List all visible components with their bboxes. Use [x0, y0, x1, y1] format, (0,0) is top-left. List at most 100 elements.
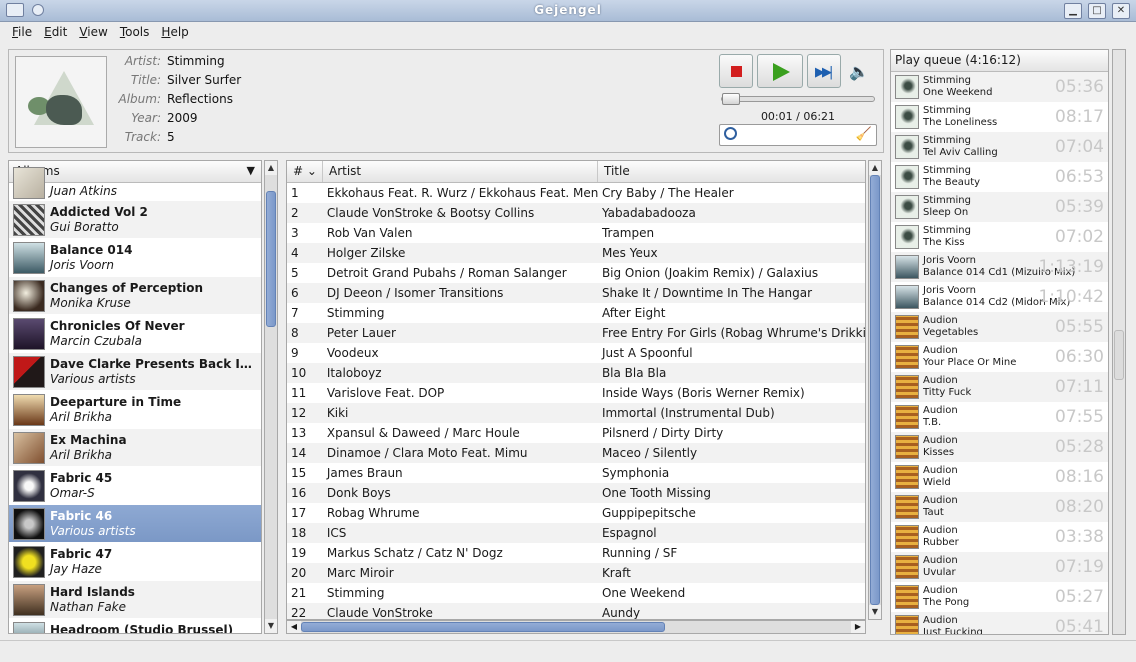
album-item[interactable]: Fabric 45 Omar-S: [9, 467, 261, 505]
queue-item[interactable]: Audion Kisses 05:28: [891, 432, 1108, 462]
track-row[interactable]: 3 Rob Van Valen Trampen: [287, 223, 865, 243]
queue-title: Sleep On: [923, 207, 969, 218]
album-item[interactable]: Balance 014 Joris Voorn: [9, 239, 261, 277]
queue-scroll-thumb[interactable]: [1114, 330, 1124, 380]
queue-item[interactable]: Stimming One Weekend 05:36: [891, 72, 1108, 102]
maximize-icon[interactable]: □: [1088, 3, 1106, 19]
queue-artist: Audion: [923, 345, 958, 356]
queue-item[interactable]: Audion Taut 08:20: [891, 492, 1108, 522]
track-row[interactable]: 1 Ekkohaus Feat. R. Wurz / Ekkohaus Feat.…: [287, 183, 865, 203]
column-title[interactable]: Title: [598, 161, 865, 182]
play-button[interactable]: [757, 54, 803, 88]
tracks-scroll-thumb[interactable]: [870, 175, 880, 605]
queue-item[interactable]: Joris Voorn Balance 014 Cd1 (Mizuiro Mix)…: [891, 252, 1108, 282]
track-row[interactable]: 5 Detroit Grand Pubahs / Roman Salanger Bi…: [287, 263, 865, 283]
queue-artist: Audion: [923, 465, 958, 476]
queue-scrollbar[interactable]: [1112, 49, 1126, 635]
column-artist[interactable]: Artist: [323, 161, 598, 182]
album-item[interactable]: Headroom (Studio Brussel): [9, 619, 261, 633]
track-row[interactable]: 14 Dinamoe / Clara Moto Feat. Mimu Maceo /…: [287, 443, 865, 463]
menu-help[interactable]: Help: [155, 22, 194, 44]
play-queue-list: Stimming One Weekend 05:36 Stimming The Lone…: [891, 72, 1108, 634]
track-row[interactable]: 6 DJ Deeon / Isomer Transitions Shake It /…: [287, 283, 865, 303]
next-button[interactable]: ▶▶|: [807, 54, 841, 88]
track-row[interactable]: 21 Stimming One Weekend: [287, 583, 865, 603]
close-icon[interactable]: ✕: [1112, 3, 1130, 19]
seek-handle[interactable]: [722, 93, 740, 105]
queue-item[interactable]: Audion Your Place Or Mine 06:30: [891, 342, 1108, 372]
album-item[interactable]: Changes of Perception Monika Kruse: [9, 277, 261, 315]
queue-item[interactable]: Audion Vegetables 05:55: [891, 312, 1108, 342]
album-thumbnail: [13, 204, 45, 236]
queue-item[interactable]: Audion Titty Fuck 07:11: [891, 372, 1108, 402]
album-item[interactable]: Ex Machina Aril Brikha: [9, 429, 261, 467]
track-row[interactable]: 20 Marc Miroir Kraft: [287, 563, 865, 583]
album-item[interactable]: Fabric 47 Jay Haze: [9, 543, 261, 581]
albums-scrollbar[interactable]: ▲ ▼: [264, 160, 278, 634]
scroll-left-icon[interactable]: ◀: [287, 621, 301, 633]
album-thumbnail: [13, 622, 45, 633]
track-row[interactable]: 18 ICS Espagnol: [287, 523, 865, 543]
track-row[interactable]: 19 Markus Schatz / Catz N' Dogz Running / …: [287, 543, 865, 563]
track-row[interactable]: 10 Italoboyz Bla Bla Bla: [287, 363, 865, 383]
queue-item[interactable]: Audion Just Fucking 05:41: [891, 612, 1108, 634]
album-item[interactable]: Addicted Vol 2 Gui Boratto: [9, 201, 261, 239]
queue-thumbnail: [895, 525, 919, 549]
album-item[interactable]: Fabric 46 Various artists: [9, 505, 261, 543]
clear-broom-icon[interactable]: 🧹: [856, 127, 872, 142]
menu-tools[interactable]: Tools: [114, 22, 156, 44]
album-item[interactable]: Deeparture in Time Aril Brikha: [9, 391, 261, 429]
track-row[interactable]: 12 Kiki Immortal (Instrumental Dub): [287, 403, 865, 423]
queue-item[interactable]: Stimming Sleep On 05:39: [891, 192, 1108, 222]
queue-artist: Audion: [923, 405, 958, 416]
queue-item[interactable]: Audion The Pong 05:27: [891, 582, 1108, 612]
track-row[interactable]: 2 Claude VonStroke & Bootsy Collins Yabada…: [287, 203, 865, 223]
track-row[interactable]: 9 Voodeux Just A Spoonful: [287, 343, 865, 363]
stop-button[interactable]: [719, 54, 753, 88]
queue-item[interactable]: Stimming The Beauty 06:53: [891, 162, 1108, 192]
track-row[interactable]: 4 Holger Zilske Mes Yeux: [287, 243, 865, 263]
track-row[interactable]: 22 Claude VonStroke Aundy: [287, 603, 865, 619]
queue-item[interactable]: Stimming Tel Aviv Calling 07:04: [891, 132, 1108, 162]
tracks-hscrollbar[interactable]: ◀ ▶: [286, 620, 866, 634]
track-row[interactable]: 11 Varislove Feat. DOP Inside Ways (Boris …: [287, 383, 865, 403]
volume-icon[interactable]: 🔈: [849, 62, 869, 81]
album-item[interactable]: Juan Atkins: [9, 167, 261, 201]
scroll-up-icon[interactable]: ▲: [265, 161, 277, 175]
menu-file[interactable]: File: [6, 22, 38, 44]
scroll-down-icon[interactable]: ▼: [265, 619, 277, 633]
tracks-hscroll-thumb[interactable]: [301, 622, 665, 632]
track-row[interactable]: 7 Stimming After Eight: [287, 303, 865, 323]
queue-item[interactable]: Audion Wield 08:16: [891, 462, 1108, 492]
queue-item[interactable]: Stimming The Loneliness 08:17: [891, 102, 1108, 132]
albums-scroll-thumb[interactable]: [266, 191, 276, 327]
track-row[interactable]: 13 Xpansul & Daweed / Marc Houle Pilsnerd …: [287, 423, 865, 443]
track-row[interactable]: 16 Donk Boys One Tooth Missing: [287, 483, 865, 503]
window-titlebar[interactable]: Gejengel ▁ □ ✕: [0, 0, 1136, 22]
tracks-scrollbar[interactable]: ▲ ▼: [868, 160, 882, 620]
track-title: One Weekend: [601, 586, 686, 600]
track-row[interactable]: 15 James Braun Symphonia: [287, 463, 865, 483]
track-title: Just A Spoonful: [601, 346, 693, 360]
seek-slider[interactable]: [721, 93, 875, 105]
track-row[interactable]: 17 Robag Whrume Guppipepitsche: [287, 503, 865, 523]
column-number[interactable]: # ⌄: [287, 161, 323, 182]
album-item[interactable]: Dave Clarke Presents Back In T... Various…: [9, 353, 261, 391]
scroll-right-icon[interactable]: ▶: [851, 621, 865, 633]
albums-view-selector[interactable]: Albums ▼: [9, 161, 261, 183]
album-item[interactable]: Hard Islands Nathan Fake: [9, 581, 261, 619]
track-row[interactable]: 8 Peter Lauer Free Entry For Girls (Robag …: [287, 323, 865, 343]
queue-item[interactable]: Joris Voorn Balance 014 Cd2 (Midori Mix) 1…: [891, 282, 1108, 312]
scroll-down-icon[interactable]: ▼: [869, 605, 881, 619]
queue-item[interactable]: Audion T.B. 07:55: [891, 402, 1108, 432]
menu-edit[interactable]: Edit: [38, 22, 73, 44]
queue-item[interactable]: Audion Uvular 07:19: [891, 552, 1108, 582]
search-input[interactable]: [742, 127, 852, 143]
search-box[interactable]: 🧹: [719, 124, 877, 146]
queue-item[interactable]: Stimming The Kiss 07:02: [891, 222, 1108, 252]
minimize-icon[interactable]: ▁: [1064, 3, 1082, 19]
scroll-up-icon[interactable]: ▲: [869, 161, 881, 175]
menu-view[interactable]: View: [73, 22, 113, 44]
album-item[interactable]: Chronicles Of Never Marcin Czubala: [9, 315, 261, 353]
queue-item[interactable]: Audion Rubber 03:38: [891, 522, 1108, 552]
